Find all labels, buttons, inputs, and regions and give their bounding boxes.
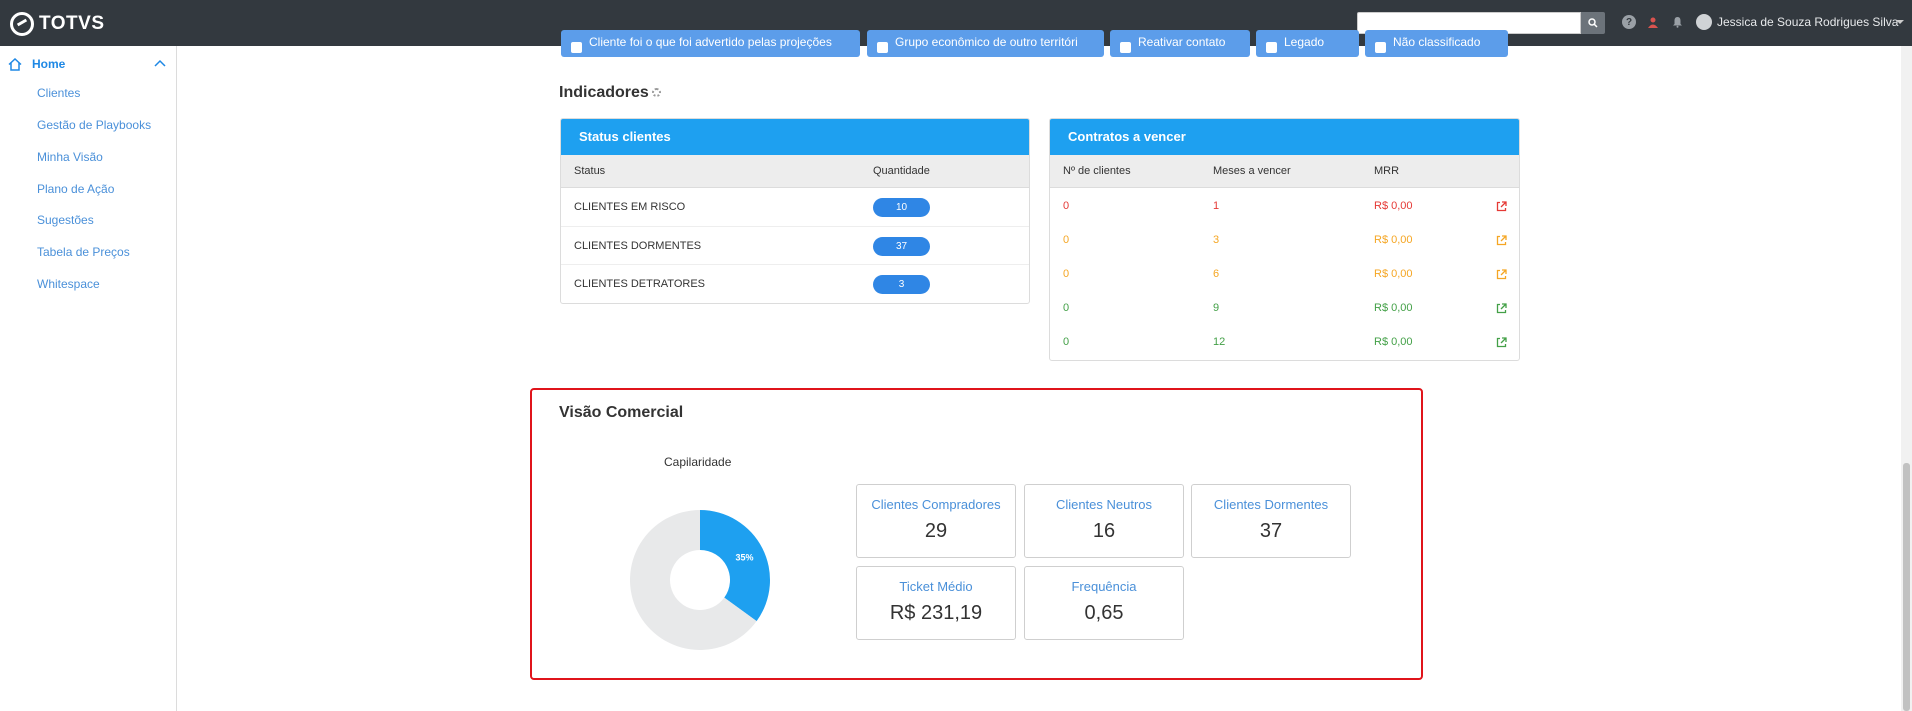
sidebar-item-label: Home	[32, 57, 66, 71]
status-label: CLIENTES DETRATORES	[574, 278, 706, 290]
sidebar: Home Clientes Gestão de Playbooks Minha …	[0, 46, 177, 711]
status-clientes-card: Status clientes Status Quantidade CLIENT…	[560, 118, 1030, 304]
filter-pill[interactable]: Reativar contato	[1110, 30, 1250, 57]
mrr-value: R$ 0,00	[1374, 336, 1413, 348]
kpi-value: 37	[1259, 520, 1283, 542]
clients-count: 0	[1063, 268, 1070, 280]
months-value: 9	[1213, 302, 1220, 314]
chevron-up-icon[interactable]	[154, 59, 166, 67]
mrr-value: R$ 0,00	[1374, 268, 1413, 280]
months-value: 12	[1213, 336, 1226, 348]
avatar[interactable]	[1696, 14, 1712, 30]
visao-comercial-title: Visão Comercial	[559, 404, 684, 421]
quantity-badge[interactable]: 37	[873, 237, 930, 256]
clients-count: 0	[1063, 234, 1070, 246]
filter-pill[interactable]: Grupo econômico de outro territóri	[867, 30, 1104, 57]
quantity-badge[interactable]: 3	[873, 275, 930, 294]
external-link-icon[interactable]	[1496, 269, 1507, 280]
contratos-vencer-card: Contratos a vencer Nº de clientes Meses …	[1049, 118, 1520, 361]
kpi-ticket-medio: Ticket Médio R$ 231,19	[856, 566, 1016, 640]
external-link-icon[interactable]	[1496, 337, 1507, 348]
external-link-icon[interactable]	[1496, 235, 1507, 246]
sidebar-item-sugestoes[interactable]: Sugestões	[37, 213, 94, 227]
user-name[interactable]: Jessica de Souza Rodrigues Silva	[1717, 15, 1898, 29]
help-icon[interactable]: ?	[1622, 15, 1636, 29]
home-icon	[8, 57, 22, 71]
column-header-mrr: MRR	[1374, 165, 1400, 177]
mrr-value: R$ 0,00	[1374, 302, 1413, 314]
clients-count: 0	[1063, 200, 1070, 212]
status-label: CLIENTES DORMENTES	[574, 240, 702, 252]
table-header: Status Quantidade	[561, 155, 1029, 188]
totvs-logo-icon	[10, 12, 34, 36]
kpi-label: Frequência	[1071, 579, 1137, 594]
indicadores-title: Indicadores	[559, 84, 649, 101]
kpi-clientes-dormentes: Clientes Dormentes 37	[1191, 484, 1351, 558]
logo-text: TOTVS	[39, 13, 105, 34]
kpi-value: 29	[924, 520, 948, 542]
capilaridade-donut-chart: 35%	[630, 510, 770, 650]
column-header-status: Status	[574, 165, 606, 177]
bell-icon[interactable]	[1670, 15, 1684, 29]
chevron-down-icon[interactable]	[1896, 20, 1904, 24]
filter-pill-label: Legado	[1284, 35, 1325, 49]
kpi-label: Clientes Neutros	[1055, 497, 1153, 512]
filter-pill-label: Cliente foi o que foi advertido pelas pr…	[589, 35, 832, 49]
sidebar-item-minha-visao[interactable]: Minha Visão	[37, 150, 103, 164]
status-label: CLIENTES EM RISCO	[574, 201, 686, 213]
external-link-icon[interactable]	[1496, 303, 1507, 314]
mrr-value: R$ 0,00	[1374, 234, 1413, 246]
quantity-badge[interactable]: 10	[873, 198, 930, 217]
months-value: 3	[1213, 234, 1220, 246]
filter-pill[interactable]: Legado	[1256, 30, 1359, 57]
filter-pill-label: Não classificado	[1393, 35, 1481, 49]
clients-count: 0	[1063, 336, 1070, 348]
kpi-clientes-compradores: Clientes Compradores 29	[856, 484, 1016, 558]
kpi-frequencia: Frequência 0,65	[1024, 566, 1184, 640]
sidebar-item-clientes[interactable]: Clientes	[37, 86, 80, 100]
sidebar-item-plano-acao[interactable]: Plano de Ação	[37, 182, 114, 196]
donut-slice-label: 35%	[736, 552, 754, 562]
mrr-value: R$ 0,00	[1374, 200, 1413, 212]
sidebar-item-whitespace[interactable]: Whitespace	[37, 277, 100, 291]
sidebar-item-tabela-precos[interactable]: Tabela de Preços	[37, 245, 130, 259]
external-link-icon[interactable]	[1496, 201, 1507, 212]
months-value: 1	[1213, 200, 1220, 212]
sidebar-item-gestao-playbooks[interactable]: Gestão de Playbooks	[37, 118, 151, 132]
donut-slice[interactable]	[700, 510, 770, 622]
kpi-label: Ticket Médio	[899, 579, 973, 594]
column-header-quantidade: Quantidade	[873, 165, 930, 177]
column-header-clientes: Nº de clientes	[1063, 165, 1131, 177]
card-title: Status clientes	[561, 119, 1029, 155]
search-button[interactable]	[1581, 12, 1605, 34]
filter-pill[interactable]: Não classificado	[1365, 30, 1508, 57]
kpi-value: 16	[1092, 520, 1116, 542]
kpi-label: Clientes Dormentes	[1213, 497, 1329, 512]
chart-title: Capilaridade	[664, 455, 732, 469]
filter-pill[interactable]: Cliente foi o que foi advertido pelas pr…	[561, 30, 860, 57]
user-alert-icon[interactable]	[1646, 15, 1660, 29]
filter-pill-label: Reativar contato	[1138, 35, 1226, 49]
scrollbar-thumb[interactable]	[1903, 463, 1910, 711]
search-icon	[1588, 18, 1598, 28]
kpi-value: R$ 231,19	[889, 602, 983, 624]
kpi-clientes-neutros: Clientes Neutros 16	[1024, 484, 1184, 558]
gear-icon[interactable]	[652, 88, 661, 97]
table-header: Nº de clientes Meses a vencer MRR	[1050, 155, 1519, 188]
column-header-meses: Meses a vencer	[1213, 165, 1291, 177]
logo[interactable]: TOTVS	[10, 12, 105, 36]
clients-count: 0	[1063, 302, 1070, 314]
kpi-label: Clientes Compradores	[871, 497, 1001, 512]
sidebar-item-home[interactable]: Home	[8, 54, 168, 74]
card-title: Contratos a vencer	[1050, 119, 1519, 155]
months-value: 6	[1213, 268, 1220, 280]
kpi-value: 0,65	[1084, 602, 1124, 624]
filter-pill-label: Grupo econômico de outro territóri	[895, 35, 1078, 49]
